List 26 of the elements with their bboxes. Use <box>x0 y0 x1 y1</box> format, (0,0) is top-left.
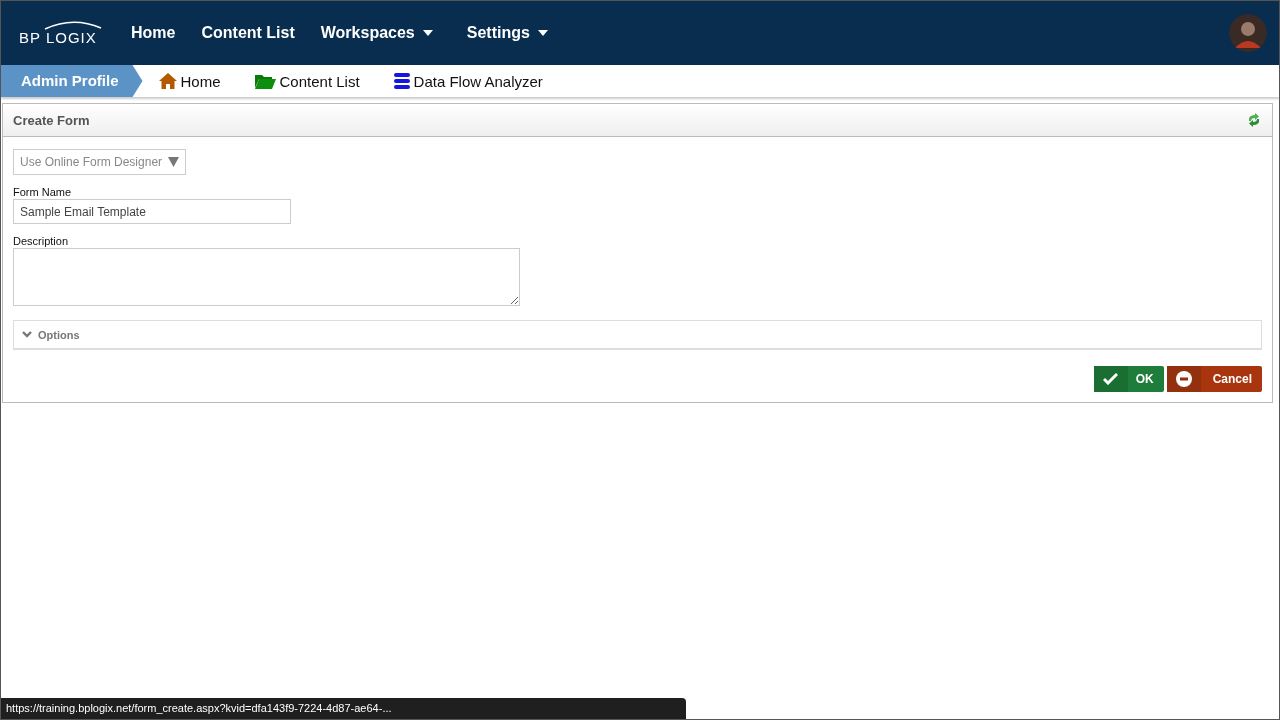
options-toggle[interactable]: Options <box>13 320 1262 350</box>
breadcrumb-link[interactable]: Content List <box>254 72 360 90</box>
nav-menu-item[interactable]: Home <box>131 24 176 42</box>
panel-title: Create Form <box>13 112 90 128</box>
minus-circle-icon <box>1175 371 1192 387</box>
home-icon <box>158 73 177 89</box>
ok-button[interactable]: OK <box>1093 366 1164 392</box>
refresh-icon[interactable] <box>1246 112 1262 128</box>
database-icon <box>393 73 410 89</box>
dropdown-arrow-icon <box>168 157 180 167</box>
logo[interactable]: BP LOGIX <box>19 20 103 46</box>
form-name-field[interactable]: Sample Email Template <box>13 199 291 224</box>
breadcrumb-link[interactable]: Data Flow Analyzer <box>393 72 543 90</box>
breadcrumb-link[interactable]: Home <box>158 72 221 90</box>
folder-icon <box>254 73 276 89</box>
field-label: Form Name <box>13 186 72 198</box>
nav-menu-item[interactable]: Settings <box>466 24 548 42</box>
nav-menu-item[interactable]: Content List <box>201 24 295 42</box>
checkmark-icon <box>1103 373 1119 385</box>
status-bar-url: https://training.bplogix.net/form_create.aspx?kvid=dfa143f9-7224-4d87-ae64-... <box>1 698 686 719</box>
cancel-button[interactable]: Cancel <box>1166 366 1262 392</box>
field-label: Description <box>13 235 69 247</box>
nav-menu-item[interactable]: Workspaces <box>320 24 433 42</box>
designer-select[interactable]: Use Online Form Designer <box>13 149 187 175</box>
avatar[interactable] <box>1229 14 1267 52</box>
description-field[interactable] <box>13 248 520 306</box>
